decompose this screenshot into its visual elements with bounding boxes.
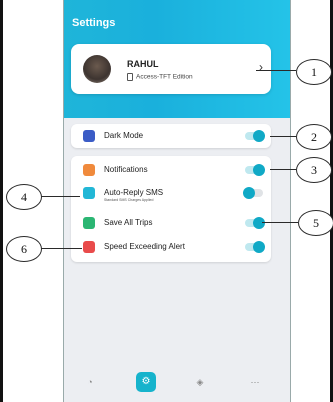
callout-3: 3 (296, 157, 332, 183)
page-title: Settings (72, 17, 116, 29)
dark-mode-card: Dark Mode (71, 124, 271, 148)
callout-1: 1 (296, 59, 332, 85)
message-icon (83, 187, 95, 199)
setting-label: Notifications (104, 165, 148, 174)
callout-line-2 (270, 136, 296, 137)
moon-icon (83, 130, 95, 142)
callout-line-5 (262, 222, 298, 223)
watch-icon (127, 73, 133, 81)
trash-icon (83, 217, 95, 229)
setting-label: Save All Trips (104, 218, 153, 227)
speedometer-icon[interactable]: ◔ (84, 376, 96, 388)
setting-row-auto-reply[interactable]: Auto-Reply SMS Standard SMS Charges Appl… (71, 183, 271, 203)
callout-5: 5 (298, 210, 333, 236)
setting-row-notifications[interactable]: Notifications (71, 160, 271, 180)
setting-sublabel: Standard SMS Charges Applied (104, 198, 154, 202)
setting-label: Speed Exceeding Alert (104, 242, 185, 251)
setting-label: Dark Mode (104, 131, 144, 140)
profile-edition-label: Access-TFT Edition (136, 73, 193, 81)
setting-row-dark-mode[interactable]: Dark Mode (71, 126, 271, 146)
dark-mode-toggle[interactable] (245, 130, 265, 142)
save-trips-toggle[interactable] (245, 217, 265, 229)
speed-alert-icon (83, 241, 95, 253)
setting-label: Auto-Reply SMS (104, 188, 164, 197)
bottom-navigation: ◔ ⚙ ◈ ⋯ (64, 370, 290, 402)
chevron-right-icon[interactable]: › (259, 60, 263, 74)
profile-name: RAHUL (127, 59, 159, 69)
profile-card[interactable]: RAHUL Access-TFT Edition › (71, 44, 271, 94)
bell-icon (83, 164, 95, 176)
setting-row-speed-alert[interactable]: Speed Exceeding Alert (71, 237, 271, 257)
speed-alert-toggle[interactable] (245, 241, 265, 253)
callout-line-3 (270, 169, 296, 170)
callout-4: 4 (6, 184, 42, 210)
auto-reply-toggle[interactable] (243, 187, 263, 199)
settings-icon[interactable]: ⚙ (136, 372, 156, 392)
navigation-icon[interactable]: ◈ (194, 376, 206, 388)
notifications-toggle[interactable] (245, 164, 265, 176)
avatar (83, 55, 111, 83)
callout-line-6 (38, 248, 82, 249)
callout-6: 6 (6, 236, 42, 262)
setting-row-save-trips[interactable]: Save All Trips (71, 213, 271, 233)
profile-edition: Access-TFT Edition (127, 73, 193, 81)
phone-screen: Settings RAHUL Access-TFT Edition › Dark… (63, 0, 291, 402)
more-icon[interactable]: ⋯ (249, 376, 261, 388)
left-border (0, 0, 3, 402)
callout-line-4 (38, 196, 80, 197)
callout-line-1 (256, 70, 296, 71)
settings-card: Notifications Auto-Reply SMS Standard SM… (71, 156, 271, 262)
callout-2: 2 (296, 124, 332, 150)
